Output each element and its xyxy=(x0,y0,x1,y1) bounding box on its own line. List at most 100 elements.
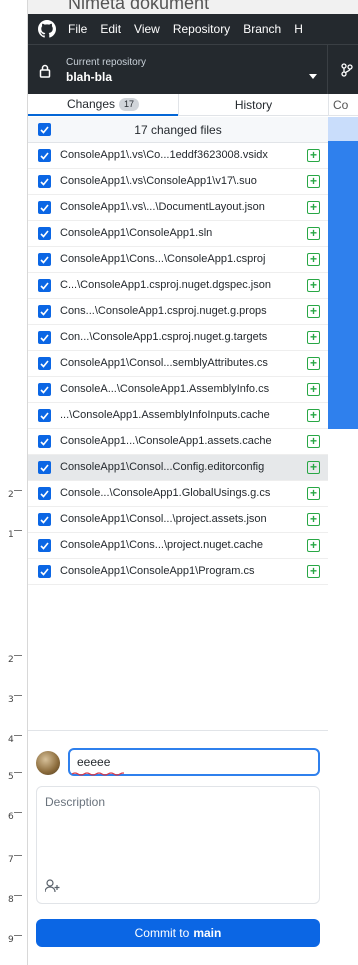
vertical-ruler: 2 1 2 3 4 5 6 7 8 9 xyxy=(0,0,28,965)
diff-panel xyxy=(328,117,358,429)
file-path: C...\ConsoleApp1.csproj.nuget.dgspec.jso… xyxy=(60,279,271,291)
changed-file-row[interactable]: ConsoleApp1\Consol...\project.assets.jso… xyxy=(28,507,328,533)
current-repository-name: blah-bla xyxy=(66,70,113,84)
file-added-icon: + xyxy=(307,279,320,292)
changed-file-row[interactable]: ConsoleApp1\.vs\ConsoleApp1\v17\.suo + xyxy=(28,169,328,195)
ruler-number: 9 xyxy=(8,935,14,945)
caret-down-icon xyxy=(309,67,317,85)
file-path: ConsoleApp1\Consol...Config.editorconfig xyxy=(60,461,265,473)
tab-history-label: History xyxy=(234,98,273,112)
file-path: ...\ConsoleApp1.AssemblyInfoInputs.cache xyxy=(60,409,270,421)
file-added-icon: + xyxy=(307,383,320,396)
tab-history[interactable]: History xyxy=(178,94,328,116)
changed-file-row[interactable]: ConsoleApp1...\ConsoleApp1.assets.cache + xyxy=(28,429,328,455)
file-path: ConsoleApp1...\ConsoleApp1.assets.cache xyxy=(60,435,272,447)
file-checkbox[interactable] xyxy=(38,201,51,214)
file-checkbox[interactable] xyxy=(38,149,51,162)
file-added-icon: + xyxy=(307,461,320,474)
file-added-icon: + xyxy=(307,149,320,162)
menu-branch[interactable]: Branch xyxy=(243,22,281,36)
avatar xyxy=(36,751,60,775)
changes-header-row: 17 changed files xyxy=(28,117,328,143)
file-added-icon: + xyxy=(307,565,320,578)
menu-view[interactable]: View xyxy=(134,22,160,36)
changes-count-badge: 17 xyxy=(119,97,140,111)
file-checkbox[interactable] xyxy=(38,305,51,318)
changed-file-row[interactable]: ConsoleApp1\ConsoleApp1.sln + xyxy=(28,221,328,247)
changed-file-row[interactable]: ConsoleApp1\ConsoleApp1\Program.cs + xyxy=(28,559,328,585)
github-icon xyxy=(38,20,56,38)
lock-icon xyxy=(38,64,52,83)
file-added-icon: + xyxy=(307,253,320,266)
changed-file-row[interactable]: ConsoleApp1\Consol...Config.editorconfig… xyxy=(28,455,328,481)
file-added-icon: + xyxy=(307,409,320,422)
changes-list: 17 changed files ConsoleApp1\.vs\Co...1e… xyxy=(28,117,328,585)
file-added-icon: + xyxy=(307,539,320,552)
screen: 2 1 2 3 4 5 6 7 8 9 Nimeta dokument File… xyxy=(0,0,358,965)
file-added-icon: + xyxy=(307,331,320,344)
ruler-number: 5 xyxy=(8,772,14,782)
file-checkbox[interactable] xyxy=(38,461,51,474)
file-checkbox[interactable] xyxy=(38,227,51,240)
changed-file-row[interactable]: ConsoleApp1\.vs\Co...1eddf3623008.vsidx + xyxy=(28,143,328,169)
current-repository-button[interactable]: Current repository blah-bla xyxy=(28,45,328,95)
file-path: ConsoleApp1\.vs\ConsoleApp1\v17\.suo xyxy=(60,175,257,187)
file-path: Con...\ConsoleApp1.csproj.nuget.g.target… xyxy=(60,331,268,343)
file-checkbox[interactable] xyxy=(38,253,51,266)
menu-help[interactable]: H xyxy=(294,22,303,36)
file-path: Console...\ConsoleApp1.GlobalUsings.g.cs xyxy=(60,487,271,499)
file-checkbox[interactable] xyxy=(38,357,51,370)
changed-file-row[interactable]: C...\ConsoleApp1.csproj.nuget.dgspec.jso… xyxy=(28,273,328,299)
file-checkbox[interactable] xyxy=(38,565,51,578)
file-added-icon: + xyxy=(307,513,320,526)
commit-button-prefix: Commit to xyxy=(134,926,190,940)
changed-file-row[interactable]: Console...\ConsoleApp1.GlobalUsings.g.cs… xyxy=(28,481,328,507)
file-path: ConsoleApp1\Consol...\project.assets.jso… xyxy=(60,513,267,525)
ruler-number: 2 xyxy=(8,490,14,500)
file-added-icon: + xyxy=(307,357,320,370)
changed-file-row[interactable]: ConsoleApp1\Consol...semblyAttributes.cs… xyxy=(28,351,328,377)
file-path: ConsoleApp1\ConsoleApp1.sln xyxy=(60,227,213,239)
commit-button-branch: main xyxy=(193,926,222,940)
file-added-icon: + xyxy=(307,201,320,214)
changed-file-row[interactable]: ...\ConsoleApp1.AssemblyInfoInputs.cache… xyxy=(28,403,328,429)
menubar: File Edit View Repository Branch H xyxy=(28,14,358,44)
file-checkbox[interactable] xyxy=(38,487,51,500)
file-checkbox[interactable] xyxy=(38,513,51,526)
file-checkbox[interactable] xyxy=(38,383,51,396)
toolbar: Current repository blah-bla xyxy=(28,44,358,95)
menu-edit[interactable]: Edit xyxy=(100,22,121,36)
diff-header-label: Co xyxy=(333,98,349,112)
file-path: Cons...\ConsoleApp1.csproj.nuget.g.props xyxy=(60,305,267,317)
changed-file-row[interactable]: Con...\ConsoleApp1.csproj.nuget.g.target… xyxy=(28,325,328,351)
file-path: ConsoleApp1\Cons...\ConsoleApp1.csproj xyxy=(60,253,266,265)
commit-description-field[interactable]: Description xyxy=(36,786,320,904)
file-path: ConsoleApp1\Consol...semblyAttributes.cs xyxy=(60,357,268,369)
file-checkbox[interactable] xyxy=(38,539,51,552)
sidebar-tabs: Changes 17 History Co xyxy=(28,94,358,116)
commit-button[interactable]: Commit to main xyxy=(36,919,320,947)
commit-panel: Description Commit to main xyxy=(28,730,328,965)
file-path: ConsoleApp1\.vs\Co...1eddf3623008.vsidx xyxy=(60,149,268,161)
ruler-number: 3 xyxy=(8,695,14,705)
changed-file-row[interactable]: ConsoleApp1\Cons...\ConsoleApp1.csproj + xyxy=(28,247,328,273)
ruler-number: 1 xyxy=(8,530,14,540)
changed-file-row[interactable]: ConsoleA...\ConsoleApp1.AssemblyInfo.cs + xyxy=(28,377,328,403)
menu-repository[interactable]: Repository xyxy=(173,22,230,36)
changed-file-row[interactable]: ConsoleApp1\Cons...\project.nuget.cache + xyxy=(28,533,328,559)
add-coauthor-icon[interactable] xyxy=(44,879,61,898)
changed-files-summary: 17 changed files xyxy=(134,122,222,137)
file-checkbox[interactable] xyxy=(38,279,51,292)
branch-icon[interactable] xyxy=(341,63,353,82)
file-checkbox[interactable] xyxy=(38,435,51,448)
changed-file-row[interactable]: Cons...\ConsoleApp1.csproj.nuget.g.props… xyxy=(28,299,328,325)
file-path: ConsoleApp1\ConsoleApp1\Program.cs xyxy=(60,565,255,577)
changed-file-row[interactable]: ConsoleApp1\.vs\...\DocumentLayout.json + xyxy=(28,195,328,221)
ruler-number: 8 xyxy=(8,895,14,905)
menu-file[interactable]: File xyxy=(68,22,87,36)
tab-changes[interactable]: Changes 17 xyxy=(28,94,178,116)
file-checkbox[interactable] xyxy=(38,331,51,344)
ruler-number: 2 xyxy=(8,655,14,665)
file-checkbox[interactable] xyxy=(38,409,51,422)
file-checkbox[interactable] xyxy=(38,175,51,188)
